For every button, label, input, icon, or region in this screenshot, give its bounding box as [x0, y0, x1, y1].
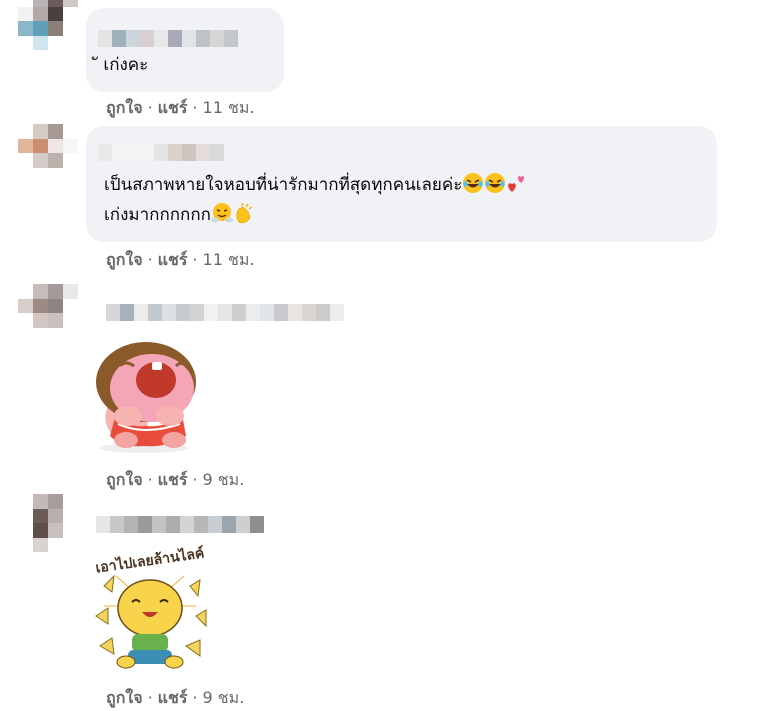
- separator: ·: [192, 250, 198, 269]
- timestamp[interactable]: 11 ชม.: [203, 248, 255, 273]
- face-with-steam-icon: [210, 203, 233, 223]
- two-hearts-icon: [508, 176, 525, 192]
- comment-text: ั เก่งคะ: [98, 55, 149, 75]
- like-button[interactable]: ถูกใจ: [106, 248, 143, 273]
- clapping-hands-icon: [236, 202, 253, 224]
- commenter-name-redacted[interactable]: [96, 516, 264, 533]
- comment-actions: ถูกใจ · แชร์ · 9 ชม.: [106, 686, 244, 711]
- timestamp[interactable]: 11 ชม.: [203, 96, 255, 121]
- comment-actions: ถูกใจ · แชร์ · 11 ชม.: [106, 248, 254, 273]
- comment-bubble: เป็นสภาพหายใจหอบที่น่ารักมากที่สุดทุกคนเ…: [86, 126, 717, 242]
- separator: ·: [192, 688, 198, 707]
- timestamp[interactable]: 9 ชม.: [203, 686, 245, 711]
- crying-girl-sticker[interactable]: [86, 336, 202, 456]
- avatar[interactable]: [18, 494, 78, 552]
- avatar[interactable]: [18, 0, 78, 50]
- commenter-name-redacted[interactable]: [106, 304, 344, 321]
- laughing-icon: [463, 173, 484, 193]
- separator: ·: [192, 470, 198, 489]
- separator: ·: [147, 470, 153, 489]
- like-button[interactable]: ถูกใจ: [106, 96, 143, 121]
- share-button[interactable]: แชร์: [158, 248, 188, 273]
- comment-4: เอาไปเลยล้านไลค์ ถูกใจ · แชร์ · 9 ชม.: [0, 490, 775, 711]
- separator: ·: [147, 250, 153, 269]
- million-likes-sticker[interactable]: เอาไปเลยล้านไลค์: [86, 545, 214, 674]
- separator: ·: [147, 98, 153, 117]
- share-button[interactable]: แชร์: [158, 686, 188, 711]
- comment-bubble: ั เก่งคะ: [86, 8, 284, 92]
- like-button[interactable]: ถูกใจ: [106, 686, 143, 711]
- separator: ·: [192, 98, 198, 117]
- share-button[interactable]: แชร์: [158, 96, 188, 121]
- separator: ·: [147, 688, 153, 707]
- comment-actions: ถูกใจ · แชร์ · 11 ชม.: [106, 96, 254, 121]
- laughing-icon: [485, 173, 506, 193]
- comment-text: เป็นสภาพหายใจหอบที่น่ารักมากที่สุดทุกคนเ…: [104, 170, 528, 230]
- commenter-name-redacted[interactable]: [98, 144, 224, 161]
- comment-2: เป็นสภาพหายใจหอบที่น่ารักมากที่สุดทุกคนเ…: [0, 120, 775, 280]
- avatar[interactable]: [18, 284, 78, 342]
- comment-3: ถูกใจ · แชร์ · 9 ชม.: [0, 280, 775, 490]
- commenter-name-redacted[interactable]: [98, 30, 238, 47]
- avatar[interactable]: [18, 124, 78, 182]
- comment-1: ั เก่งคะ ถูกใจ · แชร์ · 11 ชม.: [0, 0, 775, 120]
